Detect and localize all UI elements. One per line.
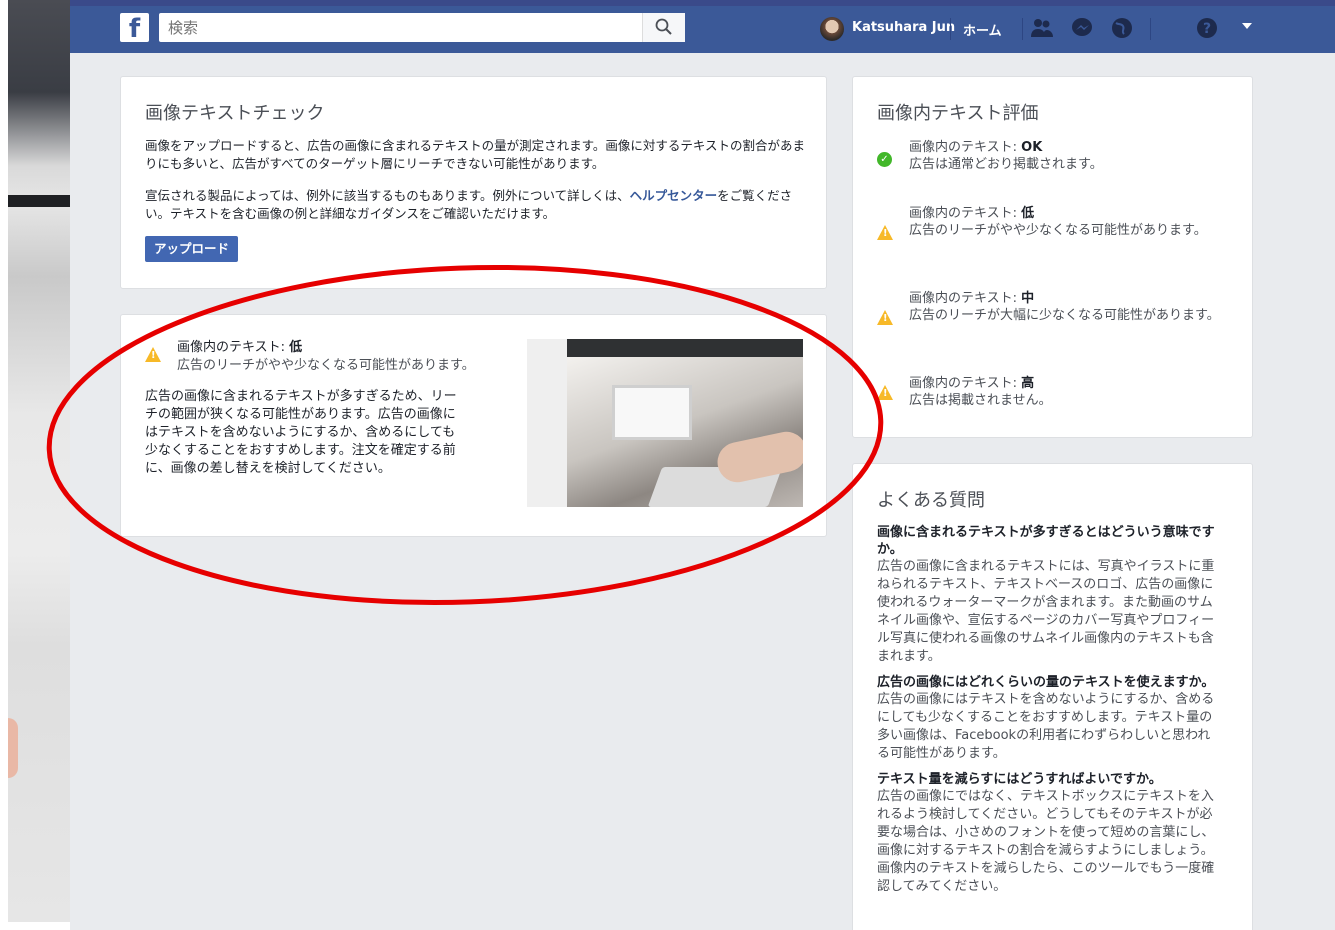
eval-text: 画像内のテキスト: 高広告は掲載されません。 (909, 375, 1224, 409)
warning-icon: ! (877, 225, 893, 244)
globe-icon[interactable] (1110, 17, 1134, 39)
image-text-check-card: 画像テキストチェック 画像をアップロードすると、広告の画像に含まれるテキストの量… (120, 76, 827, 289)
exception-text: 宣伝される製品によっては、例外に該当するものもあります。例外について詳しくは、ヘ… (145, 187, 805, 223)
result-level: 低 (289, 340, 303, 355)
divider (950, 18, 951, 40)
home-link[interactable]: ホーム (963, 20, 1002, 39)
eval-level: 低 (1021, 206, 1035, 221)
eval-text: 画像内のテキスト: 低広告のリーチがやや少なくなる可能性があります。 (909, 205, 1224, 239)
background-photo-strip (8, 0, 70, 922)
result-card: ! 画像内のテキスト: 低 広告のリーチがやや少なくなる可能性があります。 広告… (120, 314, 827, 537)
facebook-topbar: f Katsuhara Jun ホーム ? (70, 0, 1335, 53)
facebook-logo[interactable]: f (120, 13, 149, 44)
messenger-icon[interactable] (1070, 17, 1094, 39)
image-desk-scene (567, 357, 803, 507)
eval-prefix: 画像内のテキスト: (909, 206, 1017, 221)
faq-answer: 広告の画像にはテキストを含めないようにするか、含めるにしても少なくすることをおす… (877, 692, 1215, 761)
faq-answer: 広告の画像に含まれるテキストには、写真やイラストに重ねられるテキスト、テキストベ… (877, 559, 1215, 664)
eval-desc: 広告は掲載されません。 (909, 393, 1052, 408)
faq-question: テキスト量を減らすにはどうすればよいですか。 (877, 772, 1162, 787)
card-title: よくある質問 (877, 490, 985, 511)
eval-level: 中 (1021, 291, 1035, 306)
eval-desc: 広告のリーチがやや少なくなる可能性があります。 (909, 223, 1207, 238)
search-box[interactable] (159, 13, 685, 42)
eval-text: 画像内のテキスト: 中広告のリーチが大幅に少なくなる可能性があります。 (909, 290, 1224, 324)
divider (1022, 18, 1023, 40)
card-title: 画像内テキスト評価 (877, 103, 1039, 124)
result-heading-prefix: 画像内のテキスト: (177, 340, 285, 355)
evaluation-card: 画像内テキスト評価 ✓ 画像内のテキスト: OK 広告は通常どおり掲載されます。 … (852, 76, 1253, 438)
help-center-link[interactable]: ヘルプセンター (630, 188, 718, 203)
help-icon[interactable]: ? (1195, 17, 1219, 39)
photo-skin-patch (8, 718, 18, 778)
ok-check-icon: ✓ (877, 147, 892, 167)
warning-icon: ! (877, 385, 893, 404)
warning-icon: ! (145, 347, 161, 366)
faq-question: 広告の画像にはどれくらいの量のテキストを使えますか。 (877, 675, 1215, 690)
result-body: 広告の画像に含まれるテキストが多すぎるため、リーチの範囲が狭くなる可能性がありま… (145, 389, 457, 476)
card-title: 画像テキストチェック (145, 103, 325, 124)
caret-down-icon[interactable] (1242, 23, 1252, 29)
warning-icon: ! (877, 310, 893, 329)
divider (1150, 18, 1151, 40)
image-website-header (567, 339, 803, 357)
eval-text: 画像内のテキスト: OK 広告は通常どおり掲載されます。 (909, 139, 1224, 173)
faq-answer: 広告の画像にではなく、テキストボックスにテキストを入れるよう検討してください。ど… (877, 789, 1215, 894)
search-button[interactable] (642, 13, 685, 42)
image-monitor (612, 385, 692, 440)
eval-desc: 広告は通常どおり掲載されます。 (909, 157, 1103, 172)
avatar[interactable] (820, 17, 844, 41)
exception-text-start: 宣伝される製品によっては、例外に該当するものもあります。例外について詳しくは、 (145, 188, 630, 203)
eval-prefix: 画像内のテキスト: (909, 376, 1017, 391)
eval-desc: 広告のリーチが大幅に少なくなる可能性があります。 (909, 308, 1220, 323)
image-left-pane (527, 339, 567, 507)
profile-link[interactable]: Katsuhara Jun (852, 20, 955, 35)
eval-prefix: 画像内のテキスト: (909, 291, 1017, 306)
eval-level: OK (1021, 140, 1043, 155)
eval-level: 高 (1021, 376, 1035, 391)
friends-icon[interactable] (1030, 17, 1054, 39)
search-icon (655, 18, 672, 35)
faq-card: よくある質問 画像に含まれるテキストが多すぎるとはどういう意味ですか。 広告の画… (852, 463, 1253, 930)
uploaded-ad-image (527, 339, 803, 507)
image-hand (713, 428, 803, 486)
faq-list: 画像に含まれるテキストが多すぎるとはどういう意味ですか。 広告の画像に含まれるテ… (877, 524, 1223, 896)
description-text: 画像をアップロードすると、広告の画像に含まれるテキストの量が測定されます。画像に… (145, 138, 806, 171)
svg-text:?: ? (1203, 21, 1211, 37)
faq-question: 画像に含まれるテキストが多すぎるとはどういう意味ですか。 (877, 525, 1215, 557)
result-heading: 画像内のテキスト: 低 (177, 339, 302, 356)
result-subtitle: 広告のリーチがやや少なくなる可能性があります。 (177, 358, 475, 373)
screenshot-root: f Katsuhara Jun ホーム ? 画像テキストチェック 画像をアップロ… (0, 0, 1335, 930)
upload-button[interactable]: アップロード (145, 236, 239, 262)
search-input[interactable] (159, 13, 685, 42)
photo-dark-band (8, 195, 70, 207)
eval-prefix: 画像内のテキスト: (909, 140, 1017, 155)
